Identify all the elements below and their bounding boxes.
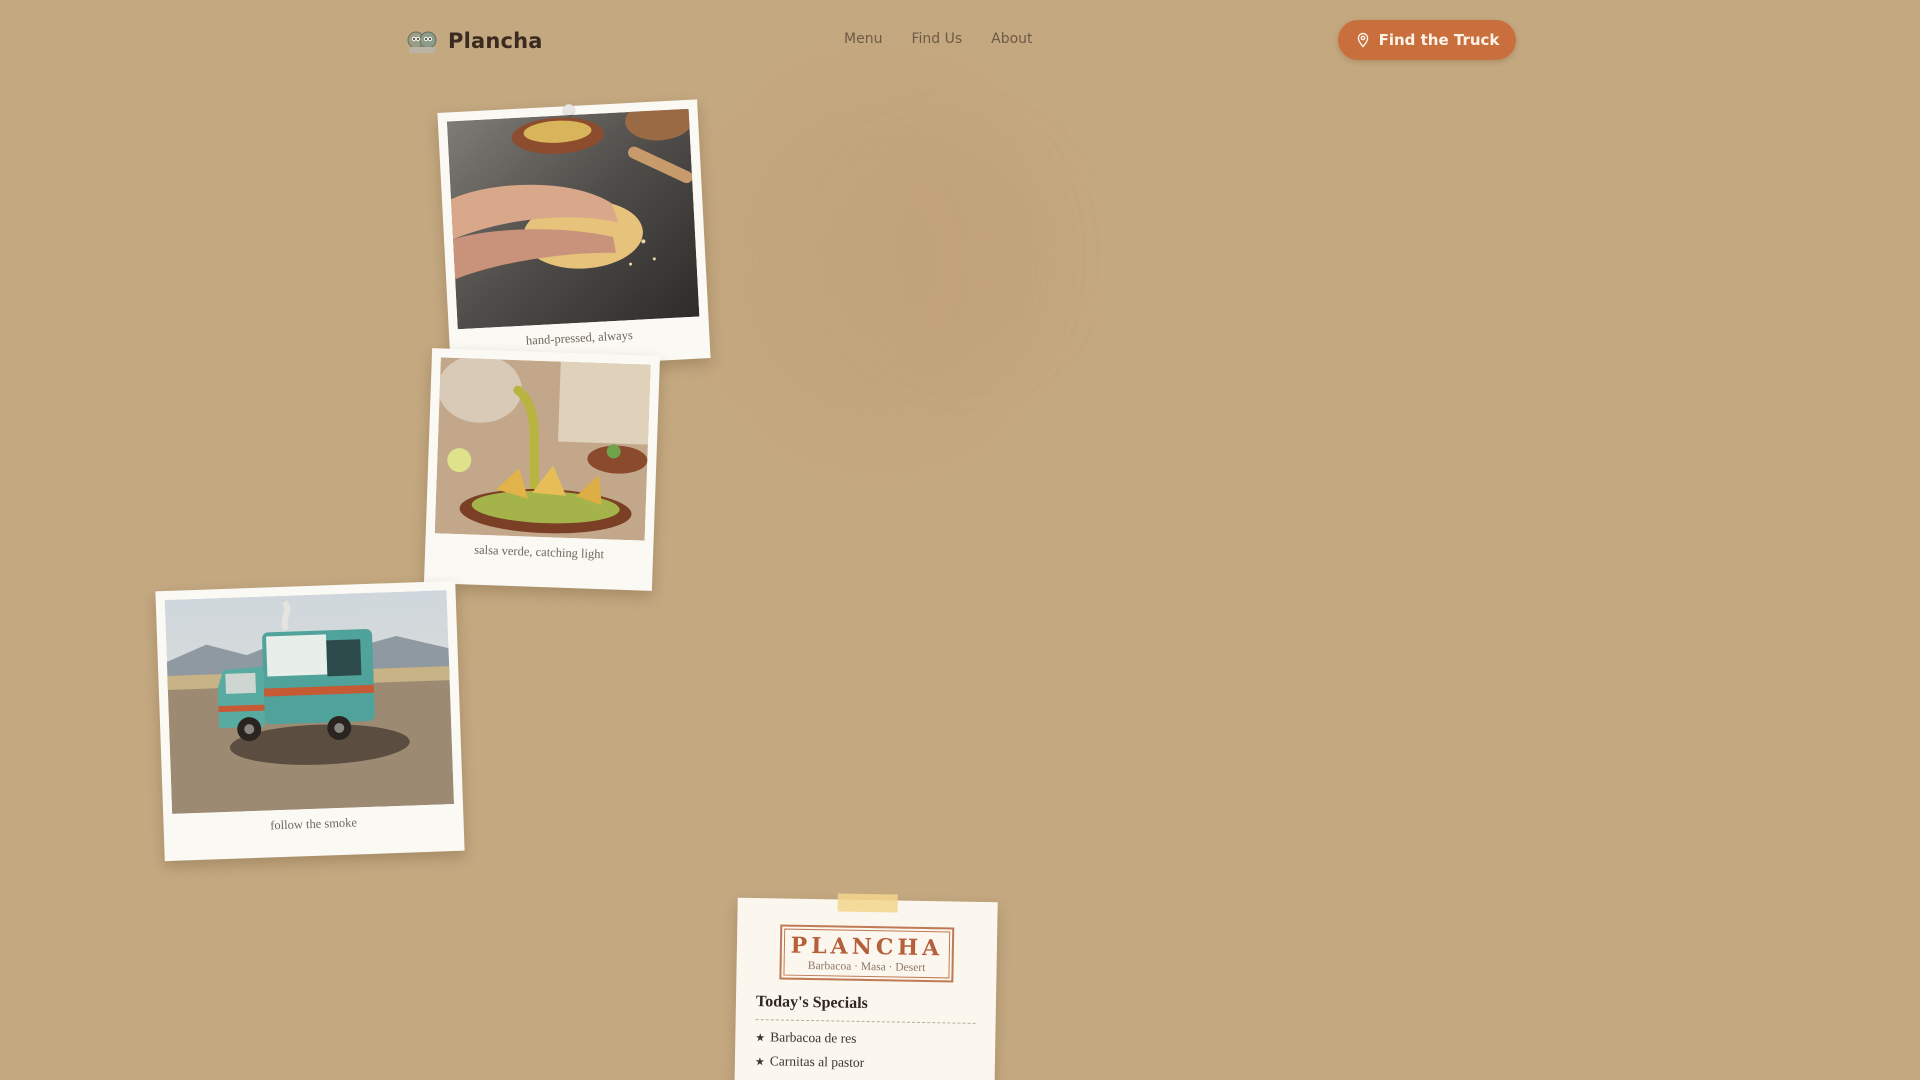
brand-stamp: PLANCHA Barbacoa · Masa · Desert <box>779 924 955 983</box>
specials-heading: Today's Specials <box>755 993 977 1025</box>
list-item: ★ Carnitas al pastor <box>755 1049 975 1077</box>
map-pin-icon <box>1357 32 1368 48</box>
hands-pressing-masa-dough-photo <box>446 108 700 330</box>
find-the-truck-label: Find the Truck <box>1378 31 1500 49</box>
special-name: Barbacoa de res <box>770 1029 857 1046</box>
find-the-truck-button[interactable]: Find the Truck <box>1338 20 1516 60</box>
page: Plancha Menu Find Us About Find the Truc… <box>0 0 1920 1080</box>
polaroid-follow-the-smoke: follow the smoke <box>155 580 465 862</box>
special-name: Carnitas al pastor <box>769 1053 865 1071</box>
tape-strip <box>837 893 898 913</box>
specials-list: ★ Barbacoa de res ★ Carnitas al pastor <box>755 1025 976 1077</box>
nav-links: Menu Find Us About <box>844 31 1033 47</box>
polaroid-hand-pressed: hand-pressed, always <box>437 99 711 372</box>
polaroid-caption: hand-pressed, always <box>525 328 634 348</box>
star-icon: ★ <box>755 1031 766 1045</box>
logo-icon <box>407 31 437 53</box>
background-blur <box>860 140 1060 360</box>
salsa-verde-pour-photo <box>434 357 651 541</box>
nav-link-find-us[interactable]: Find Us <box>911 31 962 47</box>
polaroid-salsa-verde: salsa verde, catching light <box>423 348 661 591</box>
star-icon: ★ <box>754 1055 765 1069</box>
pin-icon <box>563 103 575 116</box>
polaroid-caption: follow the smoke <box>269 815 358 833</box>
nav-link-about[interactable]: About <box>991 31 1032 47</box>
food-truck-in-desert-photo <box>164 590 454 814</box>
polaroid-caption: salsa verde, catching light <box>473 542 605 562</box>
top-nav: Plancha Menu Find Us About Find the Truc… <box>0 0 1920 80</box>
stamp-title: PLANCHA <box>790 932 944 962</box>
specials-card: PLANCHA Barbacoa · Masa · Desert Today's… <box>734 893 998 1080</box>
nav-link-menu[interactable]: Menu <box>844 31 882 47</box>
brand-logo[interactable]: Plancha <box>406 27 543 55</box>
brand-name: Plancha <box>448 29 543 53</box>
stamp-subtitle: Barbacoa · Masa · Desert <box>807 960 926 975</box>
